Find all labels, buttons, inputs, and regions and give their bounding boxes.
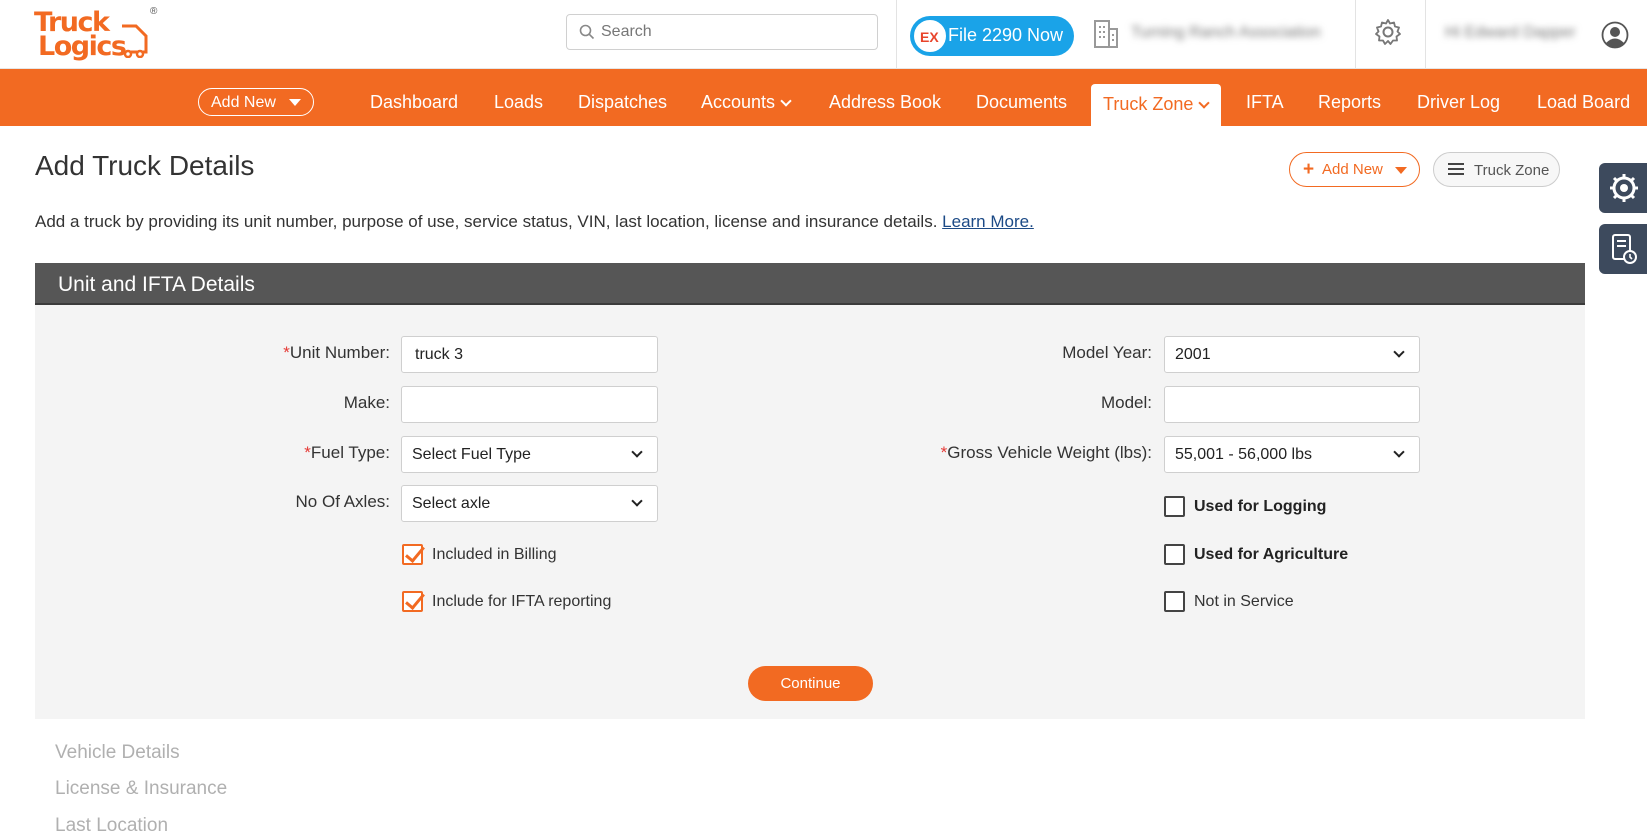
trucklogics-logo[interactable]: Truck Logics ® bbox=[32, 6, 164, 64]
support-side-button[interactable] bbox=[1599, 163, 1647, 213]
expresstrucktax-badge-icon: EX bbox=[912, 18, 948, 54]
unit-number-label: *Unit Number: bbox=[283, 343, 390, 363]
included-in-billing-label[interactable]: Included in Billing bbox=[432, 546, 557, 564]
continue-button[interactable]: Continue bbox=[748, 666, 873, 701]
registered-mark: ® bbox=[150, 6, 158, 17]
nav-item-reports[interactable]: Reports bbox=[1318, 92, 1381, 113]
chevron-down-icon bbox=[1393, 346, 1405, 358]
include-ifta-checkbox[interactable] bbox=[402, 591, 423, 612]
model-input[interactable] bbox=[1164, 386, 1420, 423]
continue-label: Continue bbox=[780, 675, 841, 692]
axles-label: No Of Axles: bbox=[295, 492, 390, 511]
nav-item-ifta[interactable]: IFTA bbox=[1246, 92, 1284, 113]
fuel-type-value: Select Fuel Type bbox=[412, 446, 531, 463]
chevron-down-icon bbox=[1393, 446, 1405, 458]
used-for-logging-label[interactable]: Used for Logging bbox=[1194, 498, 1326, 516]
subsection-vehicle-details[interactable]: Vehicle Details bbox=[55, 742, 180, 764]
add-new-button[interactable]: + Add New bbox=[1289, 152, 1420, 187]
unit-number-label-text: Unit Number: bbox=[289, 343, 390, 362]
hamburger-icon bbox=[1448, 163, 1464, 175]
gvw-value: 55,001 - 56,000 lbs bbox=[1175, 446, 1312, 463]
used-for-logging-checkbox[interactable] bbox=[1164, 496, 1185, 517]
main-nav: Add New Dashboard Loads Dispatches Accou… bbox=[0, 69, 1647, 126]
fuel-type-select[interactable]: Select Fuel Type bbox=[401, 436, 658, 473]
required-marker: * bbox=[283, 343, 290, 362]
make-input[interactable] bbox=[401, 386, 658, 423]
add-new-label: Add New bbox=[1322, 161, 1383, 178]
unit-number-input[interactable] bbox=[401, 336, 658, 373]
subsection-license-insurance[interactable]: License & Insurance bbox=[55, 778, 227, 800]
truck-icon bbox=[122, 24, 148, 58]
section-header: Unit and IFTA Details bbox=[35, 263, 1585, 305]
nav-item-loads[interactable]: Loads bbox=[494, 92, 543, 113]
section-title: Unit and IFTA Details bbox=[58, 273, 255, 296]
divider bbox=[1355, 0, 1356, 68]
fuel-type-label-text: Fuel Type: bbox=[310, 443, 390, 462]
model-label: Model: bbox=[1100, 393, 1152, 412]
user-name[interactable]: Hi Edward Dapper bbox=[1445, 24, 1576, 42]
truck-zone-menu-button[interactable]: Truck Zone bbox=[1433, 152, 1560, 187]
search-input[interactable] bbox=[601, 21, 861, 43]
gvw-select[interactable]: 55,001 - 56,000 lbs bbox=[1164, 436, 1420, 473]
nav-add-new-label: Add New bbox=[211, 94, 276, 111]
document-history-icon bbox=[1612, 234, 1637, 264]
include-ifta-label[interactable]: Include for IFTA reporting bbox=[432, 593, 611, 611]
not-in-service-checkbox[interactable] bbox=[1164, 591, 1185, 612]
page-title: Add Truck Details bbox=[35, 150, 255, 181]
model-year-select[interactable]: 2001 bbox=[1164, 336, 1420, 373]
gvw-label: *Gross Vehicle Weight (lbs): bbox=[941, 443, 1152, 463]
used-for-agriculture-checkbox[interactable] bbox=[1164, 544, 1185, 565]
nav-item-driver-log[interactable]: Driver Log bbox=[1417, 92, 1500, 113]
chevron-down-icon bbox=[631, 495, 643, 507]
caret-down-icon bbox=[1395, 167, 1407, 174]
axles-select[interactable]: Select axle bbox=[401, 485, 658, 522]
nav-item-dispatches[interactable]: Dispatches bbox=[578, 92, 667, 113]
search-icon bbox=[579, 24, 595, 40]
nav-item-dashboard[interactable]: Dashboard bbox=[370, 92, 458, 113]
nav-item-load-board[interactable]: Load Board bbox=[1537, 92, 1630, 113]
included-in-billing-checkbox[interactable] bbox=[402, 544, 423, 565]
nav-item-documents[interactable]: Documents bbox=[976, 92, 1067, 113]
caret-down-icon bbox=[289, 99, 301, 106]
fuel-type-label: *Fuel Type: bbox=[304, 443, 390, 463]
help-gear-icon bbox=[1610, 174, 1638, 202]
used-for-agriculture-label[interactable]: Used for Agriculture bbox=[1194, 546, 1348, 564]
required-marker: * bbox=[304, 443, 311, 462]
gear-icon[interactable] bbox=[1374, 18, 1402, 46]
nav-item-accounts[interactable]: Accounts bbox=[701, 92, 792, 113]
nav-item-address-book[interactable]: Address Book bbox=[829, 92, 941, 113]
file-2290-button[interactable]: EX File 2290 Now bbox=[910, 16, 1074, 56]
make-label: Make: bbox=[343, 393, 390, 412]
nav-item-accounts-label: Accounts bbox=[701, 92, 776, 112]
plus-icon: + bbox=[1303, 159, 1315, 180]
history-side-button[interactable] bbox=[1599, 224, 1647, 274]
building-icon bbox=[1094, 20, 1118, 48]
logo-text-line2: Logics bbox=[38, 31, 127, 62]
axles-value: Select axle bbox=[412, 495, 491, 512]
top-bar: Truck Logics ® EX File 2290 Now Turning … bbox=[0, 0, 1647, 69]
chevron-down-icon bbox=[780, 95, 792, 107]
gvw-label-text: Gross Vehicle Weight (lbs): bbox=[947, 443, 1152, 462]
search-box[interactable] bbox=[566, 14, 878, 50]
learn-more-link[interactable]: Learn More. bbox=[942, 212, 1034, 231]
model-year-label: Model Year: bbox=[1062, 343, 1152, 362]
not-in-service-label[interactable]: Not in Service bbox=[1194, 593, 1294, 611]
model-year-value: 2001 bbox=[1175, 346, 1211, 363]
chevron-down-icon bbox=[631, 446, 643, 458]
user-avatar-icon[interactable] bbox=[1601, 21, 1629, 49]
nav-item-truck-zone[interactable]: Truck Zone bbox=[1091, 84, 1221, 126]
truck-zone-label: Truck Zone bbox=[1474, 162, 1550, 179]
organization-name[interactable]: Turning Ranch Association bbox=[1131, 24, 1321, 42]
divider bbox=[1425, 0, 1426, 68]
chevron-down-icon bbox=[1198, 97, 1211, 109]
badge-text: EX bbox=[920, 29, 939, 45]
divider bbox=[896, 0, 897, 68]
description-text: Add a truck by providing its unit number… bbox=[35, 212, 938, 231]
file-2290-label: File 2290 Now bbox=[948, 25, 1064, 45]
page-description: Add a truck by providing its unit number… bbox=[35, 212, 1034, 232]
nav-add-new-button[interactable]: Add New bbox=[198, 88, 314, 116]
nav-item-truck-zone-label: Truck Zone bbox=[1103, 94, 1194, 114]
subsection-last-location[interactable]: Last Location bbox=[55, 815, 168, 837]
